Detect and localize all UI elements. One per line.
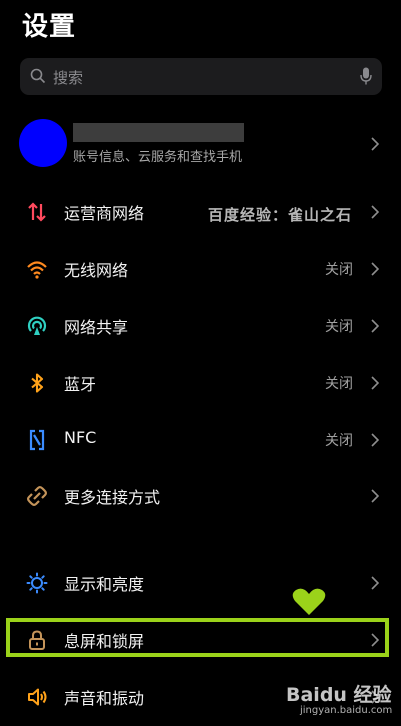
wifi-icon — [27, 261, 47, 279]
signal-arrows-icon — [28, 202, 46, 222]
search-bar[interactable]: 搜索 — [20, 58, 382, 95]
settings-item-label: 运营商网络 — [64, 204, 145, 223]
settings-item-label: 显示和亮度 — [64, 575, 145, 594]
settings-item-label: 网络共享 — [64, 318, 129, 337]
heart-icon — [292, 588, 326, 615]
settings-item-label: 蓝牙 — [64, 375, 97, 394]
nfc-icon — [29, 429, 45, 451]
account-name-redacted — [73, 123, 244, 142]
chevron-right-icon — [371, 262, 379, 276]
settings-item-value: 关闭 — [325, 376, 353, 392]
baidu-logo: Baidu 经验 — [286, 684, 392, 706]
settings-item-value: 关闭 — [325, 319, 353, 335]
settings-item-wifi[interactable]: 无线网络 关闭 — [0, 242, 401, 298]
chevron-right-icon — [371, 137, 379, 151]
chevron-right-icon — [371, 205, 379, 219]
settings-item-bluetooth[interactable]: 蓝牙 关闭 — [0, 356, 401, 412]
account-subtitle: 账号信息、云服务和查找手机 — [73, 150, 243, 165]
settings-item-value: 关闭 — [325, 262, 353, 278]
settings-item-label: 无线网络 — [64, 261, 129, 280]
settings-item-display-brightness[interactable]: 显示和亮度 — [0, 556, 401, 612]
page-title: 设置 — [22, 12, 77, 42]
bluetooth-icon — [31, 373, 44, 393]
settings-item-label: NFC — [64, 428, 97, 447]
settings-item-nfc[interactable]: NFC 关闭 — [0, 413, 401, 469]
experience-watermark: 百度经验：雀山之石 — [208, 206, 353, 224]
chevron-right-icon — [371, 489, 379, 503]
settings-item-more-connections[interactable]: 更多连接方式 — [0, 469, 401, 525]
settings-item-hotspot[interactable]: 网络共享 关闭 — [0, 299, 401, 355]
account-row[interactable]: 账号信息、云服务和查找手机 — [0, 112, 401, 176]
settings-item-label: 更多连接方式 — [64, 488, 161, 507]
speaker-icon — [28, 688, 47, 706]
microphone-icon[interactable] — [360, 67, 372, 85]
chevron-right-icon — [371, 433, 379, 447]
hotspot-icon — [27, 316, 47, 335]
settings-item-value: 关闭 — [325, 433, 353, 449]
chevron-right-icon — [371, 576, 379, 590]
avatar[interactable] — [19, 119, 67, 167]
chevron-right-icon — [371, 319, 379, 333]
search-icon — [30, 68, 46, 84]
brightness-icon — [26, 572, 48, 594]
chevron-right-icon — [371, 376, 379, 390]
baidu-site-watermark: jingyan.baidu.com — [300, 705, 393, 716]
search-placeholder: 搜索 — [53, 69, 84, 87]
settings-item-label: 声音和振动 — [64, 689, 145, 708]
link-icon — [27, 486, 47, 506]
highlight-box — [6, 618, 389, 657]
